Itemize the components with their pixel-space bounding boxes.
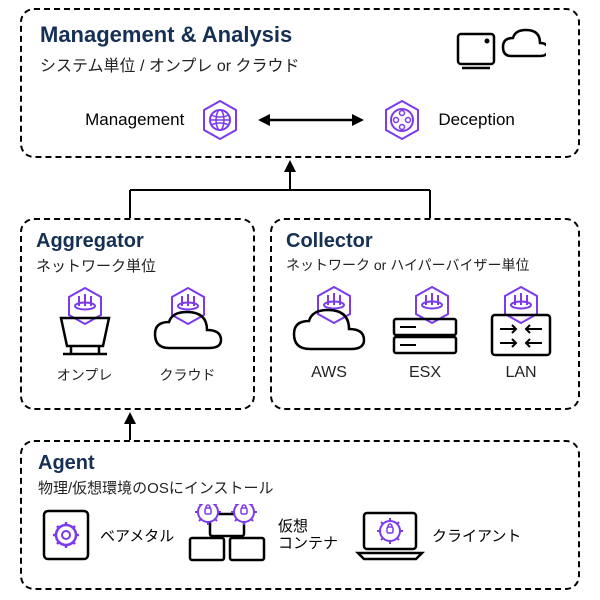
- collector-aws-icon: [290, 285, 368, 359]
- agent-subtitle: 物理/仮想環境のOSにインストール: [38, 477, 562, 498]
- management-label: Management: [85, 110, 184, 130]
- cells-hex-icon: [380, 98, 424, 142]
- agent-virtual-label-2: コンテナ: [278, 535, 348, 552]
- collector-lan-label: LAN: [482, 364, 560, 382]
- aggregator-box: Aggregator ネットワーク単位 オンプレ: [20, 218, 255, 410]
- server-cloud-icon: [456, 28, 546, 73]
- aggregator-cloud-icon: [149, 286, 227, 360]
- agent-client-icon: [354, 507, 426, 563]
- agent-baremetal-icon: [38, 505, 94, 565]
- agent-title: Agent: [38, 452, 562, 475]
- deception-label: Deception: [438, 110, 515, 130]
- double-arrow-icon: [256, 110, 366, 130]
- collector-esx-icon: [386, 285, 464, 359]
- collector-subtitle: ネットワーク or ハイパーバイザー単位: [286, 255, 564, 275]
- aggregator-cloud-label: クラウド: [149, 365, 227, 385]
- agent-baremetal-label: ベアメタル: [100, 525, 180, 546]
- globe-hex-icon: [198, 98, 242, 142]
- aggregator-subtitle: ネットワーク単位: [36, 255, 239, 276]
- collector-title: Collector: [286, 230, 564, 253]
- agent-virtual-label-1: 仮想: [278, 518, 348, 535]
- collector-aws-label: AWS: [290, 364, 368, 382]
- agent-box: Agent 物理/仮想環境のOSにインストール ベアメタル: [20, 440, 580, 590]
- collector-box: Collector ネットワーク or ハイパーバイザー単位 AWS: [270, 218, 580, 410]
- management-box: Management & Analysis システム単位 / オンプレ or ク…: [20, 8, 580, 158]
- aggregator-onpre-icon: [49, 286, 121, 360]
- collector-esx-label: ESX: [386, 364, 464, 382]
- collector-lan-icon: [482, 285, 560, 359]
- agent-virtual-icon: [186, 504, 272, 566]
- agent-client-label: クライアント: [432, 525, 521, 546]
- aggregator-title: Aggregator: [36, 230, 239, 253]
- aggregator-onpre-label: オンプレ: [49, 365, 121, 385]
